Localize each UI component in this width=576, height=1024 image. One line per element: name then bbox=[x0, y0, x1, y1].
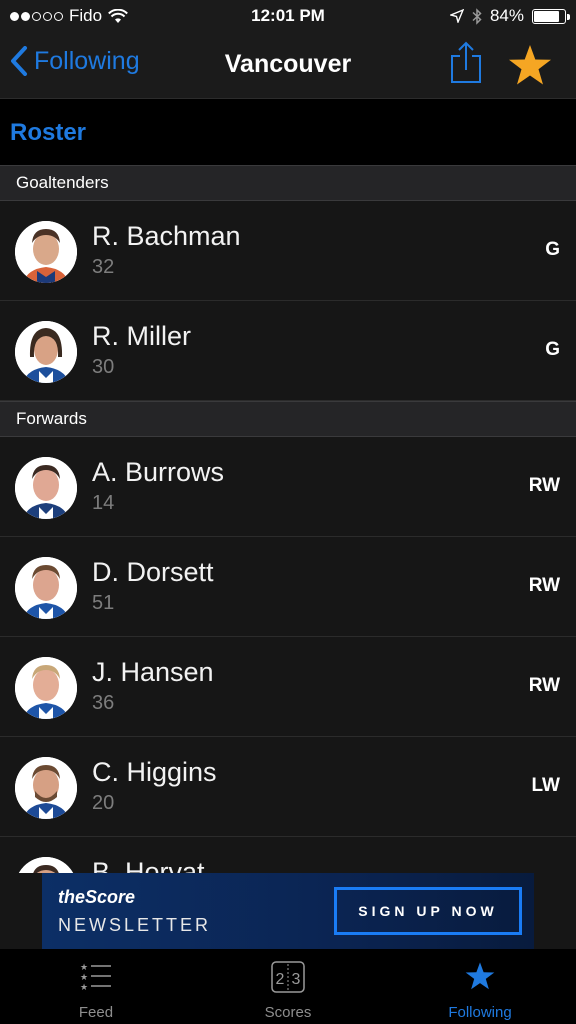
player-avatar bbox=[15, 657, 77, 719]
section-header-forwards: Forwards bbox=[0, 401, 576, 437]
top-bar: Fido 12:01 PM 84% Following Vancouver bbox=[0, 0, 576, 99]
sign-up-now-button[interactable]: SIGN UP NOW bbox=[334, 887, 522, 935]
battery-percent: 84% bbox=[489, 6, 524, 25]
player-row[interactable]: R. Miller 30 G bbox=[0, 301, 576, 401]
battery-icon bbox=[532, 8, 570, 24]
star-icon bbox=[465, 962, 495, 990]
player-avatar bbox=[15, 321, 77, 383]
player-number: 32 bbox=[92, 256, 115, 278]
player-avatar bbox=[15, 557, 77, 619]
player-row[interactable]: A. Burrows 14 RW bbox=[0, 437, 576, 537]
player-number: 51 bbox=[92, 592, 115, 614]
player-name: B. Horvat bbox=[92, 857, 205, 873]
share-icon[interactable] bbox=[448, 40, 484, 84]
player-number: 20 bbox=[92, 792, 115, 814]
player-row[interactable]: C. Higgins 20 LW bbox=[0, 737, 576, 837]
svg-text:★: ★ bbox=[80, 973, 88, 983]
player-position: LW bbox=[531, 775, 561, 796]
player-avatar bbox=[15, 221, 77, 283]
location-arrow-icon bbox=[449, 9, 464, 23]
player-position: RW bbox=[528, 475, 560, 496]
scoreboard-icon: 2 3 bbox=[271, 961, 305, 993]
player-name: J. Hansen bbox=[92, 657, 214, 687]
svg-text:3: 3 bbox=[292, 971, 301, 988]
tab-scores[interactable]: 2 3 Scores bbox=[192, 949, 384, 1024]
player-name: R. Miller bbox=[92, 321, 191, 351]
player-position: G bbox=[545, 239, 560, 260]
section-header-goaltenders: Goaltenders bbox=[0, 165, 576, 201]
player-name: D. Dorsett bbox=[92, 557, 214, 587]
favorite-star-icon[interactable] bbox=[508, 44, 552, 86]
ad-subtitle: NEWSLETTER bbox=[58, 915, 212, 935]
roster-list[interactable]: Goaltenders R. Bachman 32 G R. Miller 30… bbox=[0, 165, 576, 873]
player-row[interactable]: D. Dorsett 51 RW bbox=[0, 537, 576, 637]
newsletter-ad-banner[interactable]: theScore NEWSLETTER SIGN UP NOW bbox=[42, 873, 534, 949]
tab-feed[interactable]: ★ ★ ★ Feed bbox=[0, 949, 192, 1024]
svg-text:★: ★ bbox=[80, 983, 88, 991]
tab-feed-label: Feed bbox=[78, 1004, 114, 1021]
player-number: 14 bbox=[92, 492, 115, 514]
player-avatar bbox=[15, 757, 77, 819]
tab-following-label: Following bbox=[448, 1004, 512, 1021]
roster-title: Roster bbox=[10, 119, 87, 146]
svg-text:★: ★ bbox=[80, 963, 88, 973]
svg-text:2: 2 bbox=[276, 971, 285, 988]
bluetooth-icon bbox=[472, 7, 482, 25]
player-name: A. Burrows bbox=[92, 457, 225, 487]
player-row[interactable]: R. Bachman 32 G bbox=[0, 201, 576, 301]
navigation-bar: Following Vancouver bbox=[0, 34, 576, 98]
player-avatar bbox=[15, 457, 77, 519]
player-row[interactable]: B. Horvat bbox=[0, 837, 576, 873]
player-position: G bbox=[545, 339, 560, 360]
roster-header: Roster bbox=[0, 99, 576, 165]
chevron-left-icon bbox=[11, 46, 27, 76]
player-position: RW bbox=[528, 575, 560, 596]
tab-scores-label: Scores bbox=[264, 1004, 312, 1021]
player-name: C. Higgins bbox=[92, 757, 217, 787]
ad-brand-logo: theScore bbox=[58, 887, 136, 907]
player-number: 36 bbox=[92, 692, 115, 714]
player-name: R. Bachman bbox=[92, 221, 241, 251]
feed-list-icon: ★★★ bbox=[80, 963, 111, 991]
status-bar: Fido 12:01 PM 84% bbox=[0, 0, 576, 34]
player-position: RW bbox=[528, 675, 560, 696]
tab-following[interactable]: Following bbox=[384, 949, 576, 1024]
back-button[interactable]: Following bbox=[10, 46, 140, 76]
player-avatar bbox=[15, 857, 77, 873]
tab-bar: ★ ★ ★ Feed 2 3 Scores Following bbox=[0, 949, 576, 1024]
player-number: 30 bbox=[92, 356, 115, 378]
back-button-label: Following bbox=[34, 46, 140, 75]
player-row[interactable]: J. Hansen 36 RW bbox=[0, 637, 576, 737]
